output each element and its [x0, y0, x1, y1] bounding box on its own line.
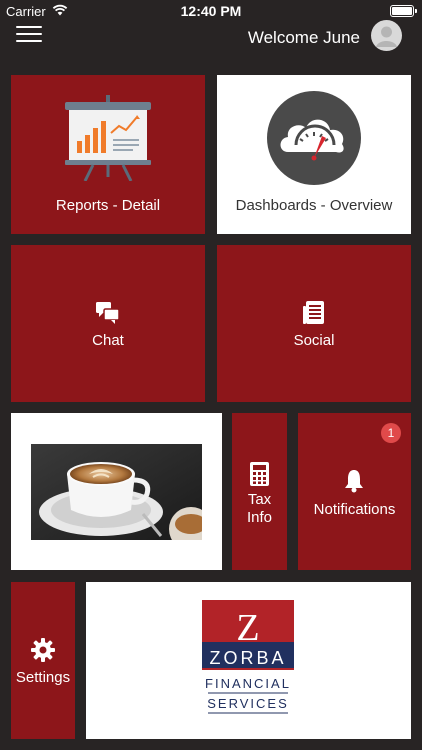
- notification-count-badge: 1: [381, 423, 401, 443]
- zorba-logo-tile[interactable]: Z ZORBA FINANCIAL SERVICES: [86, 582, 411, 739]
- dashboards-tile[interactable]: Dashboards - Overview: [217, 75, 411, 234]
- calculator-icon: [250, 462, 269, 486]
- coffee-photo-tile[interactable]: [11, 413, 222, 570]
- bell-icon: [345, 470, 363, 493]
- zorba-logo: Z ZORBA FINANCIAL SERVICES: [202, 600, 294, 714]
- chat-tile[interactable]: Chat: [11, 245, 205, 402]
- reports-label: Reports - Detail: [55, 197, 161, 214]
- logo-letter: Z: [236, 607, 259, 649]
- cloud-gauge-icon: [267, 91, 361, 185]
- dashboards-label: Dashboards - Overview: [235, 197, 393, 214]
- chat-label: Chat: [92, 332, 124, 349]
- document-icon: [303, 301, 324, 324]
- status-bar: Carrier 12:40 PM: [0, 0, 422, 22]
- logo-line2: SERVICES: [207, 696, 289, 711]
- logo-name: ZORBA: [209, 648, 286, 668]
- notifications-label: Notifications: [313, 501, 396, 518]
- social-label: Social: [293, 332, 335, 349]
- battery-icon: [390, 5, 417, 17]
- presentation-chart-icon: [65, 95, 151, 181]
- logo-line1: FINANCIAL: [205, 676, 291, 691]
- coffee-photo: [31, 444, 202, 540]
- user-avatar-icon[interactable]: [371, 20, 402, 51]
- welcome-text: Welcome June: [247, 28, 360, 47]
- clock: 12:40 PM: [180, 3, 242, 19]
- social-tile[interactable]: Social: [217, 245, 411, 402]
- notifications-tile[interactable]: Notifications 1: [298, 413, 411, 570]
- gear-icon: [31, 638, 55, 662]
- reports-tile[interactable]: Reports - Detail: [11, 75, 205, 234]
- tax-label-line1: Tax: [247, 491, 272, 508]
- tax-info-tile[interactable]: Tax Info: [232, 413, 287, 570]
- tax-label-line2: Info: [246, 509, 273, 526]
- chat-bubbles-icon: [96, 302, 120, 324]
- settings-label: Settings: [15, 669, 71, 686]
- hamburger-icon[interactable]: [16, 26, 42, 44]
- settings-tile[interactable]: Settings: [11, 582, 75, 739]
